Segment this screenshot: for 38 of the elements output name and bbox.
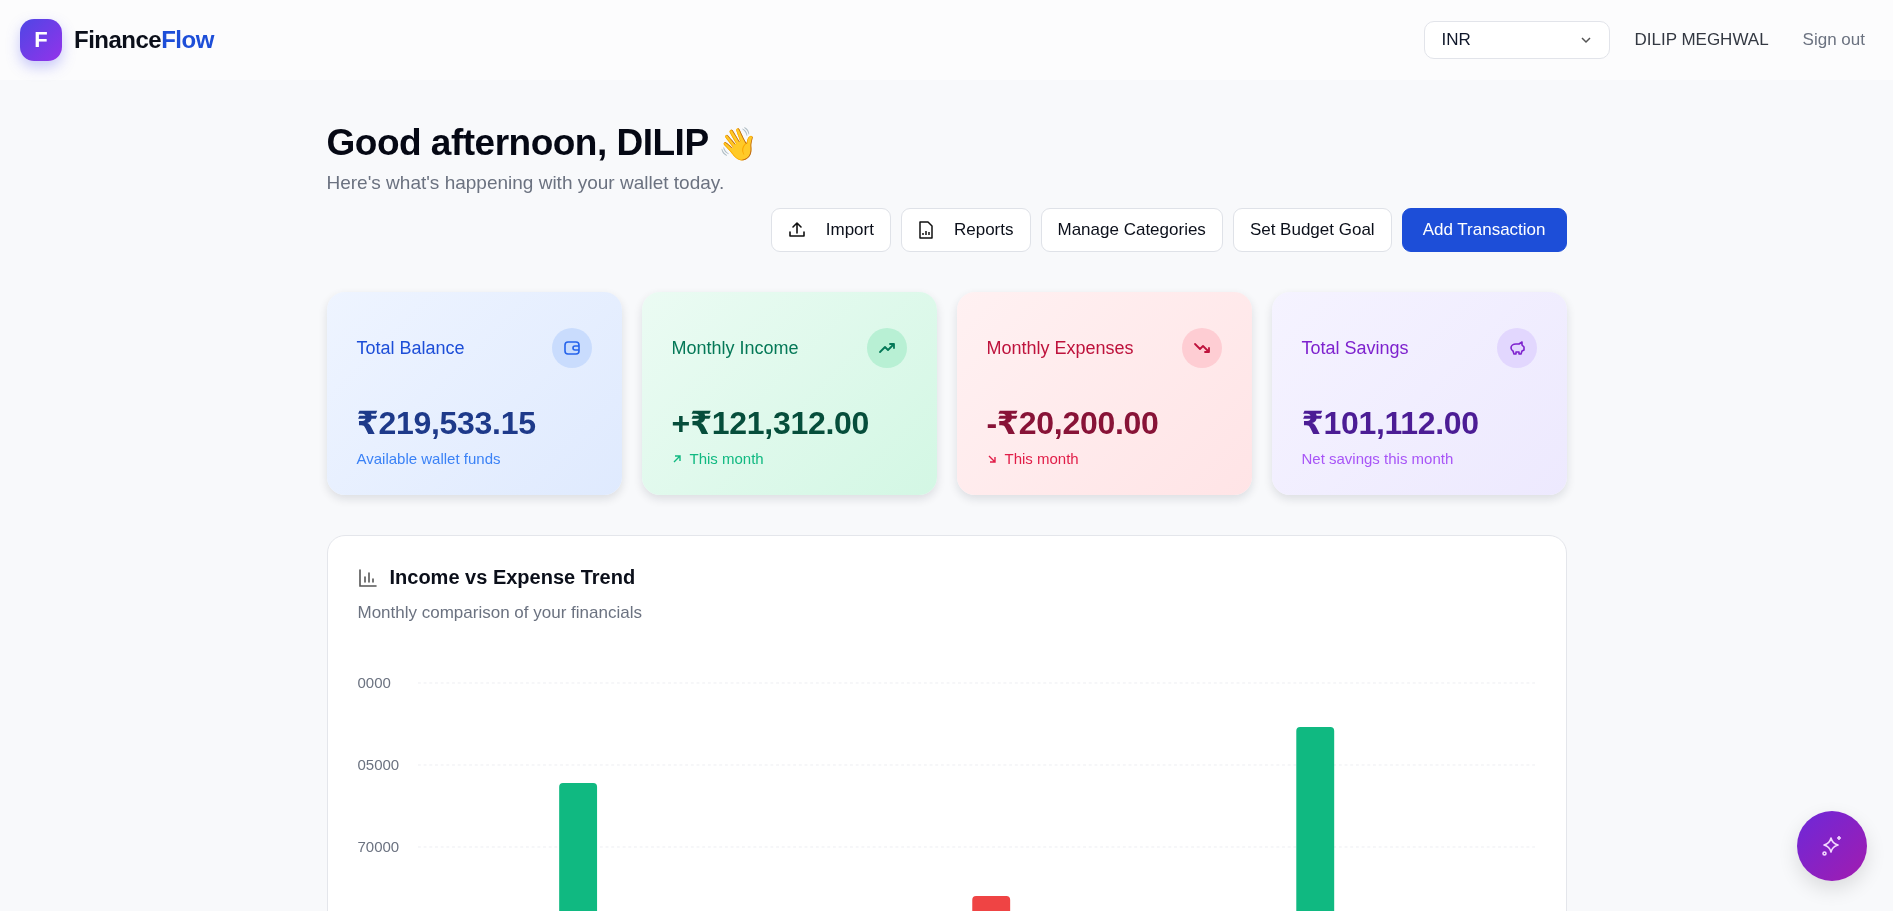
card-note: Available wallet funds: [356, 450, 501, 467]
brand-name: FinanceFlow: [74, 26, 214, 54]
report-icon: [917, 221, 934, 239]
card-value: -₹20,200.00: [986, 404, 1160, 442]
card-value: +₹121,312.00: [671, 404, 870, 442]
axis-tick-label: 70000: [357, 838, 400, 855]
panel-subtitle: Monthly comparison of your financials: [357, 603, 643, 623]
axis-tick-label: 0000: [357, 674, 391, 691]
card-value: ₹101,112.00: [1301, 404, 1480, 442]
upload-icon: [787, 221, 806, 239]
axis-tick-label: 05000: [357, 756, 400, 773]
action-button[interactable]: Set Budget Goal: [1232, 208, 1392, 252]
piggy-bank-icon: [1507, 339, 1526, 357]
card-note: Net savings this month: [1301, 450, 1454, 467]
expense-bar: [971, 896, 1010, 911]
logo-icon: F: [20, 19, 62, 61]
action-button[interactable]: Reports: [900, 208, 1031, 252]
panel-title: Income vs Expense Trend: [389, 566, 636, 589]
card-title: Total Savings: [1301, 337, 1409, 359]
user-name: DILIP MEGHWAL: [1634, 30, 1769, 50]
card-title: Monthly Expenses: [986, 337, 1134, 359]
sparkle-icon: [1821, 835, 1843, 857]
greeting-subtitle: Here's what's happening with your wallet today.: [326, 172, 726, 194]
wallet-icon: [562, 339, 581, 357]
card-title: Monthly Income: [671, 337, 799, 359]
arrow-up-right-icon: [671, 453, 682, 464]
action-button[interactable]: Add Transaction: [1401, 208, 1567, 252]
greeting-title: Good afternoon, DILIP 👋: [326, 122, 759, 164]
card-note: This month: [689, 450, 764, 467]
currency-select[interactable]: INR: [1424, 21, 1611, 59]
card-title: Total Balance: [356, 337, 465, 359]
sign-out-link[interactable]: Sign out: [1802, 30, 1865, 50]
bar-chart-icon: [357, 567, 378, 588]
card-value: ₹219,533.15: [356, 404, 537, 442]
action-button[interactable]: Import: [770, 208, 891, 252]
action-button[interactable]: Manage Categories: [1040, 208, 1223, 252]
arrow-down-right-icon: [986, 453, 997, 464]
card-note: This month: [1004, 450, 1079, 467]
